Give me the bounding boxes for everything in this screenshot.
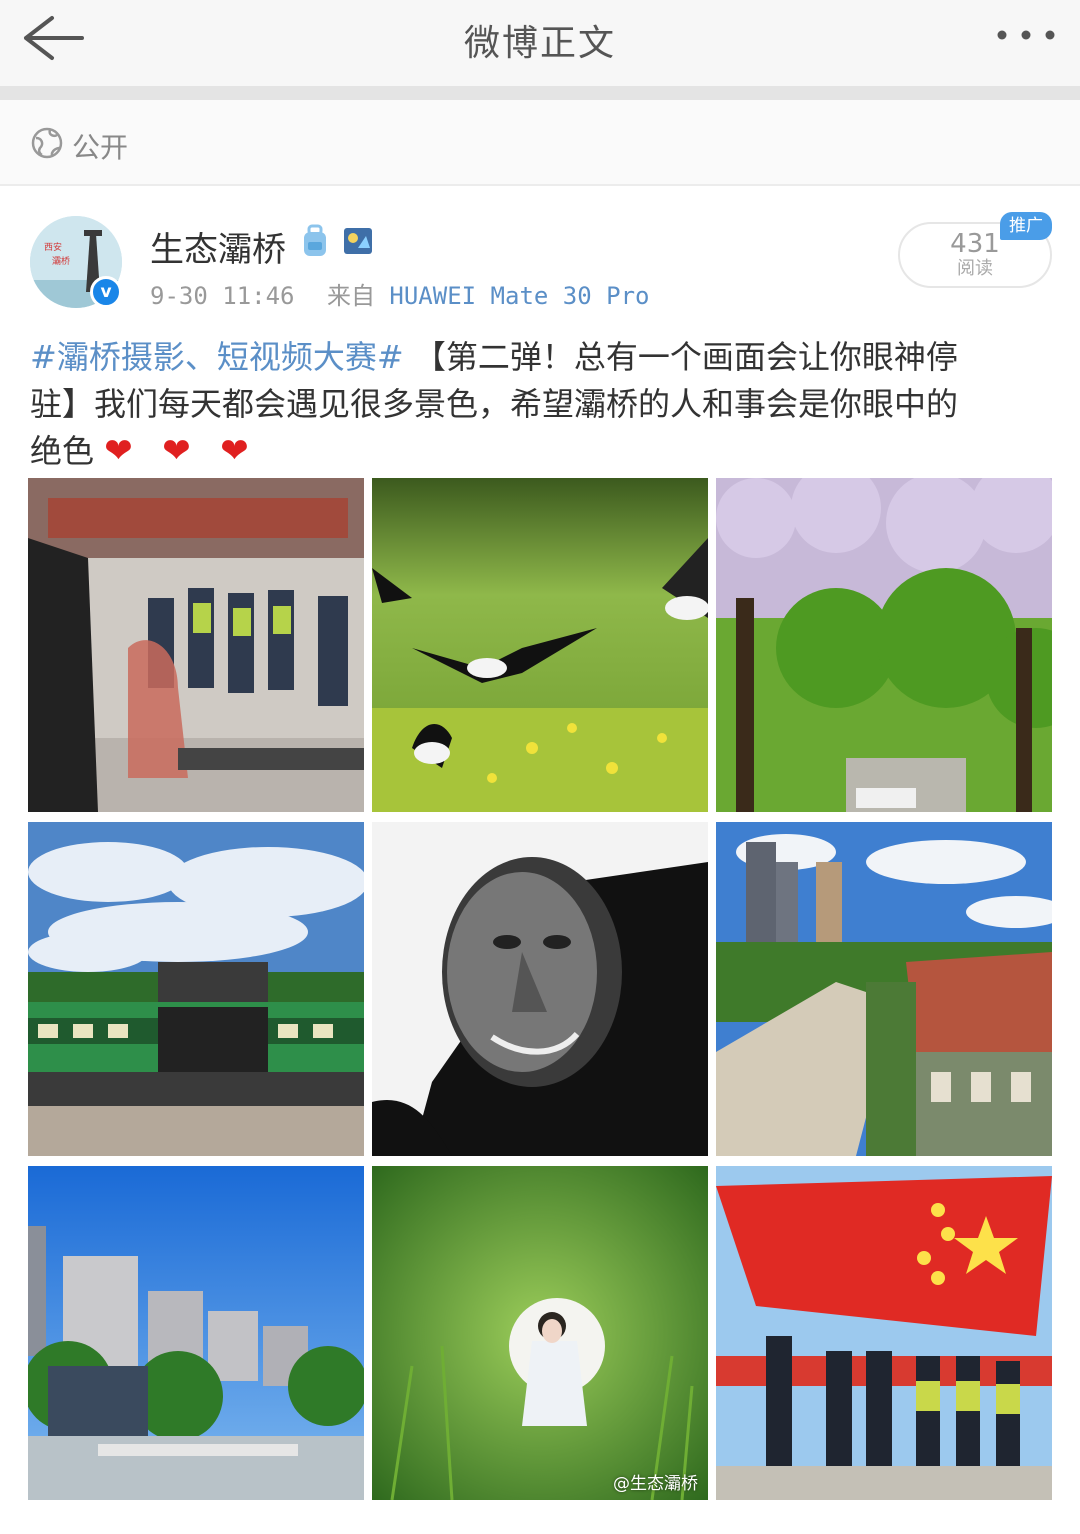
image-officers-saluting-tollgate[interactable] — [28, 478, 364, 812]
promo-badge[interactable]: 推广 — [1000, 212, 1052, 240]
visibility-row: 公开 — [0, 100, 1080, 186]
image-woman-white-dress-grass[interactable]: @生态灞桥 — [372, 1166, 708, 1500]
schoolbag-icon[interactable] — [300, 224, 330, 258]
image-village-buildings[interactable] — [716, 822, 1052, 1156]
nav-divider — [0, 86, 1080, 100]
image-elderly-man-portrait-bw[interactable] — [372, 822, 708, 1156]
read-label: 阅读 — [957, 258, 993, 279]
post-time: 9-30 11:46 — [150, 282, 295, 310]
image-grid: @生态灞桥 — [28, 478, 1052, 1502]
image-city-towers-blue-sky[interactable] — [28, 1166, 364, 1500]
image-stilt-birds-grass[interactable] — [372, 478, 708, 812]
avatar-text-1: 西安 — [44, 241, 62, 252]
top-navbar: 微博正文 — [0, 0, 1080, 86]
avatar-text-2: 灞桥 — [52, 255, 70, 266]
heart-icon: ❤ — [104, 431, 133, 471]
post-text-line1: 【第二弹！总有一个画面会让你眼神停 — [413, 338, 958, 376]
image-national-flag-police[interactable] — [716, 1166, 1052, 1500]
post-text-line3: 绝色 — [30, 432, 95, 470]
username[interactable]: 生态灞桥 — [150, 222, 286, 271]
watermark: @生态灞桥 — [613, 1474, 698, 1494]
image-blossom-tree-avenue[interactable] — [716, 478, 1052, 812]
globe-icon — [31, 127, 63, 159]
page-title: 微博正文 — [463, 23, 616, 64]
badge-icon[interactable] — [342, 226, 374, 256]
heart-icon: ❤ — [220, 431, 249, 471]
hashtag-link[interactable]: #灞桥摄影、短视频大赛# — [30, 338, 404, 376]
post-text-line2: 驻】我们每天都会遇见很多景色，希望灞桥的人和事会是你眼中的 — [30, 385, 959, 423]
post-meta: 9-30 11:46 来自 HUAWEI Mate 30 Pro — [150, 276, 650, 311]
verified-badge-icon: v — [90, 276, 122, 308]
device-link[interactable]: HUAWEI Mate 30 Pro — [389, 282, 649, 310]
post-text: #灞桥摄影、短视频大赛# 【第二弹！总有一个画面会让你眼神停 驻】我们每天都会遇… — [30, 334, 1054, 475]
more-options-icon[interactable] — [994, 20, 1058, 50]
image-green-train-sky[interactable] — [28, 822, 364, 1156]
source-prefix: 来自 — [326, 282, 375, 310]
visibility-label: 公开 — [72, 131, 129, 164]
heart-icon: ❤ — [162, 431, 191, 471]
